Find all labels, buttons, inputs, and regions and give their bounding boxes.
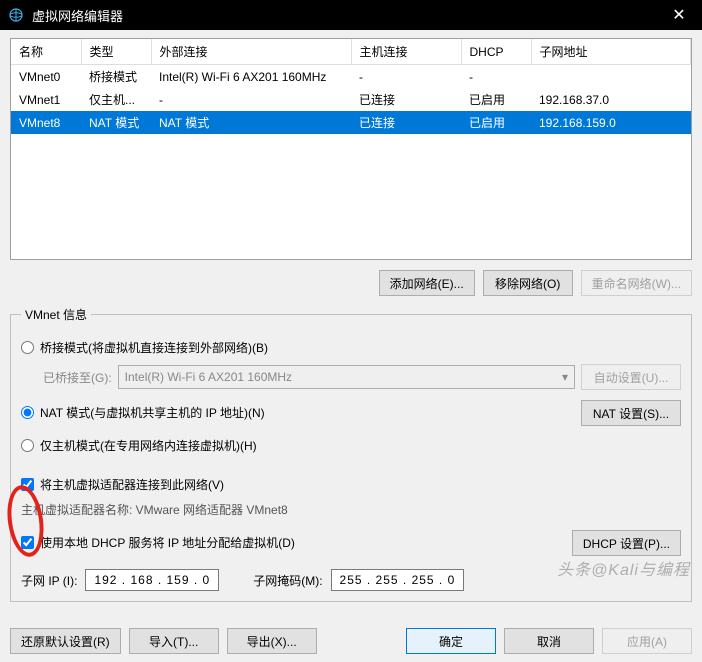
col-subnet[interactable]: 子网地址 [531, 39, 691, 65]
import-button[interactable]: 导入(T)... [129, 628, 219, 654]
window-title: 虚拟网络编辑器 [32, 6, 664, 25]
col-host[interactable]: 主机连接 [351, 39, 461, 65]
bridge-to-label: 已桥接至(G): [43, 369, 112, 386]
remove-network-button[interactable]: 移除网络(O) [483, 270, 573, 296]
connect-host-label: 将主机虚拟适配器连接到此网络(V) [40, 476, 224, 493]
dhcp-check-label: 使用本地 DHCP 服务将 IP 地址分配给虚拟机(D) [40, 534, 295, 551]
apply-button: 应用(A) [602, 628, 692, 654]
table-row[interactable]: VMnet0 桥接模式 Intel(R) Wi-Fi 6 AX201 160MH… [11, 65, 691, 89]
subnet-mask-input[interactable]: 255 . 255 . 255 . 0 [331, 569, 465, 591]
host-adapter-name: 主机虚拟适配器名称: VMware 网络适配器 VMnet8 [21, 501, 681, 518]
col-name[interactable]: 名称 [11, 39, 81, 65]
table-row[interactable]: VMnet8 NAT 模式 NAT 模式 已连接 已启用 192.168.159… [11, 111, 691, 134]
col-type[interactable]: 类型 [81, 39, 151, 65]
auto-set-button: 自动设置(U)... [581, 364, 681, 390]
bottom-bar: 还原默认设置(R) 导入(T)... 导出(X)... 确定 取消 应用(A) [0, 620, 702, 662]
nat-settings-button[interactable]: NAT 设置(S)... [581, 400, 681, 426]
dhcp-checkbox[interactable] [21, 536, 34, 549]
vmnet-info-legend: VMnet 信息 [21, 306, 91, 323]
bridge-radio[interactable] [21, 341, 34, 354]
col-ext[interactable]: 外部连接 [151, 39, 351, 65]
host-only-row: 仅主机模式(在专用网络内连接虚拟机)(H) [21, 437, 681, 454]
nat-radio-label: NAT 模式(与虚拟机共享主机的 IP 地址)(N) [40, 404, 265, 421]
host-only-radio[interactable] [21, 439, 34, 452]
col-dhcp[interactable]: DHCP [461, 39, 531, 65]
network-buttons-row: 添加网络(E)... 移除网络(O) 重命名网络(W)... [10, 270, 692, 296]
dhcp-row: 使用本地 DHCP 服务将 IP 地址分配给虚拟机(D) DHCP 设置(P).… [21, 526, 681, 559]
bridge-adapter-select: Intel(R) Wi-Fi 6 AX201 160MHz ▾ [118, 365, 575, 389]
host-only-radio-label: 仅主机模式(在专用网络内连接虚拟机)(H) [40, 437, 257, 454]
close-button[interactable]: ✕ [664, 5, 694, 25]
bridge-radio-label: 桥接模式(将虚拟机直接连接到外部网络)(B) [40, 339, 268, 356]
bridge-to-row: 已桥接至(G): Intel(R) Wi-Fi 6 AX201 160MHz ▾… [43, 364, 681, 390]
add-network-button[interactable]: 添加网络(E)... [379, 270, 475, 296]
export-button[interactable]: 导出(X)... [227, 628, 317, 654]
restore-defaults-button[interactable]: 还原默认设置(R) [10, 628, 121, 654]
ok-button[interactable]: 确定 [406, 628, 496, 654]
vmnet-info-fieldset: VMnet 信息 桥接模式(将虚拟机直接连接到外部网络)(B) 已桥接至(G):… [10, 306, 692, 602]
network-table[interactable]: 名称 类型 外部连接 主机连接 DHCP 子网地址 VMnet0 桥接模式 In… [10, 38, 692, 260]
connect-host-row: 将主机虚拟适配器连接到此网络(V) [21, 476, 681, 493]
cancel-button[interactable]: 取消 [504, 628, 594, 654]
subnet-mask-label: 子网掩码(M): [253, 572, 322, 589]
content-area: 名称 类型 外部连接 主机连接 DHCP 子网地址 VMnet0 桥接模式 In… [0, 30, 702, 620]
titlebar: 虚拟网络编辑器 ✕ [0, 0, 702, 30]
nat-radio[interactable] [21, 406, 34, 419]
rename-network-button: 重命名网络(W)... [581, 270, 692, 296]
dhcp-settings-button[interactable]: DHCP 设置(P)... [572, 530, 681, 556]
chevron-down-icon: ▾ [562, 370, 568, 384]
table-header-row: 名称 类型 外部连接 主机连接 DHCP 子网地址 [11, 39, 691, 65]
subnet-row: 子网 IP (I): 192 . 168 . 159 . 0 子网掩码(M): … [21, 569, 681, 591]
table-row[interactable]: VMnet1 仅主机... - 已连接 已启用 192.168.37.0 [11, 88, 691, 111]
app-icon [8, 7, 24, 23]
subnet-ip-label: 子网 IP (I): [21, 572, 77, 589]
bridge-mode-row: 桥接模式(将虚拟机直接连接到外部网络)(B) [21, 339, 681, 356]
nat-mode-row: NAT 模式(与虚拟机共享主机的 IP 地址)(N) NAT 设置(S)... [21, 396, 681, 429]
subnet-ip-input[interactable]: 192 . 168 . 159 . 0 [85, 569, 219, 591]
connect-host-checkbox[interactable] [21, 478, 34, 491]
